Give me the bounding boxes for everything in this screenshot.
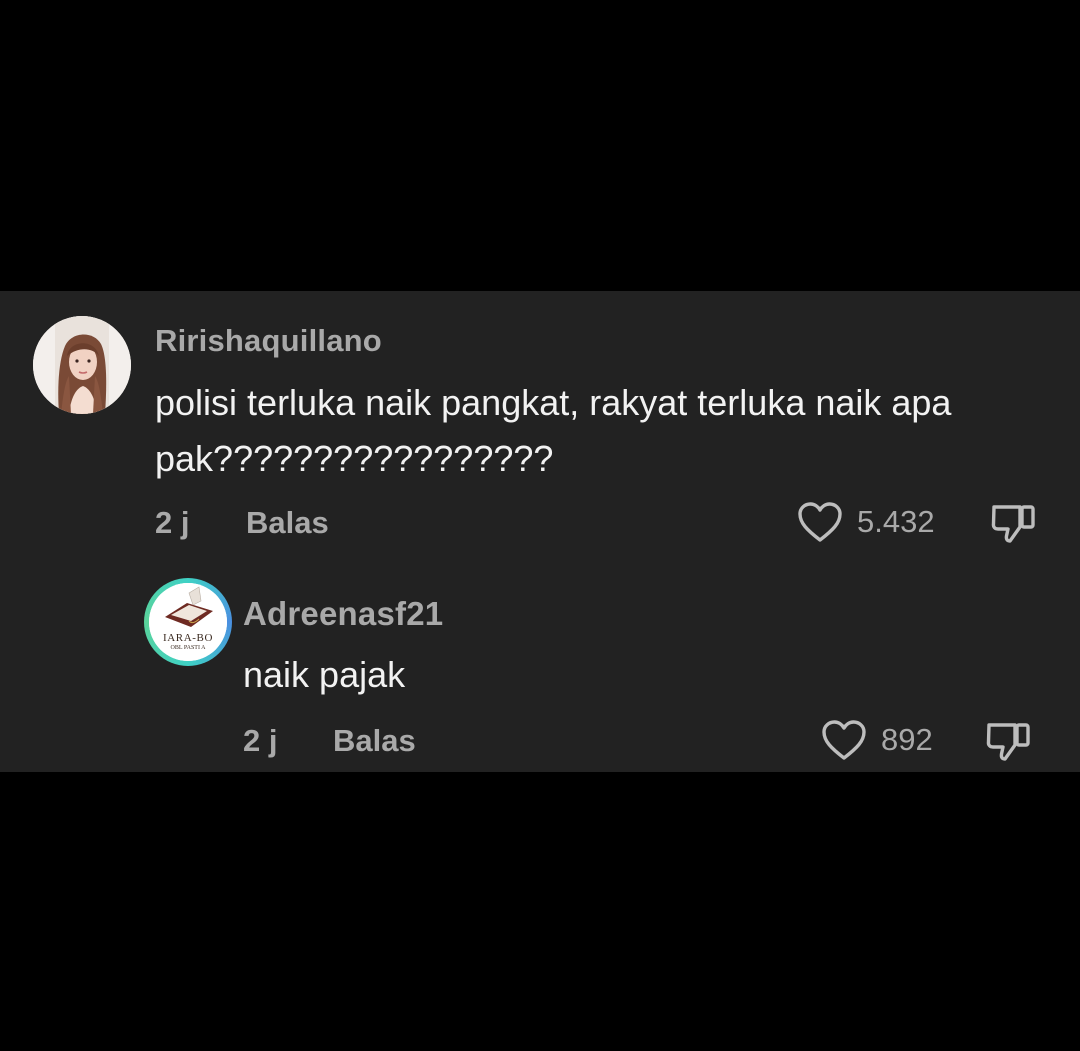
reply-text: naik pajak <box>243 654 406 695</box>
comment-username[interactable]: Ririshaquillano <box>155 323 382 359</box>
dislike-button[interactable] <box>990 501 1038 545</box>
reply-button[interactable]: Balas <box>246 505 329 541</box>
comment-text: polisi terluka naik pangkat, rakyat terl… <box>155 382 952 479</box>
logo-text-top: IARA-BO <box>162 632 214 644</box>
comment-item: Ririshaquillano polisi terluka naik pang… <box>0 291 1080 576</box>
avatar-story-ring[interactable]: IARA-BO OBL PASTI A <box>144 578 232 666</box>
comment-timestamp: 2 j <box>155 505 190 540</box>
heart-icon <box>798 502 842 542</box>
comment-panel: Ririshaquillano polisi terluka naik pang… <box>0 291 1080 772</box>
thumbs-down-icon <box>986 723 1030 761</box>
heart-icon <box>822 720 866 760</box>
woman-portrait-avatar-icon <box>33 316 131 414</box>
logo-text-bottom: OBL PASTI A <box>170 645 206 651</box>
avatar[interactable] <box>33 316 131 414</box>
reply-button[interactable]: Balas <box>333 723 416 759</box>
like-count: 5.432 <box>857 504 935 539</box>
like-count: 892 <box>881 722 933 757</box>
reply-username[interactable]: Adreenasf21 <box>243 595 443 633</box>
reply-timestamp: 2 j <box>243 723 278 758</box>
dislike-button[interactable] <box>985 719 1033 763</box>
avatar: IARA-BO OBL PASTI A <box>149 583 227 661</box>
like-button[interactable]: 892 <box>821 719 933 761</box>
thumbs-down-icon <box>991 505 1035 543</box>
like-button[interactable]: 5.432 <box>797 501 935 543</box>
